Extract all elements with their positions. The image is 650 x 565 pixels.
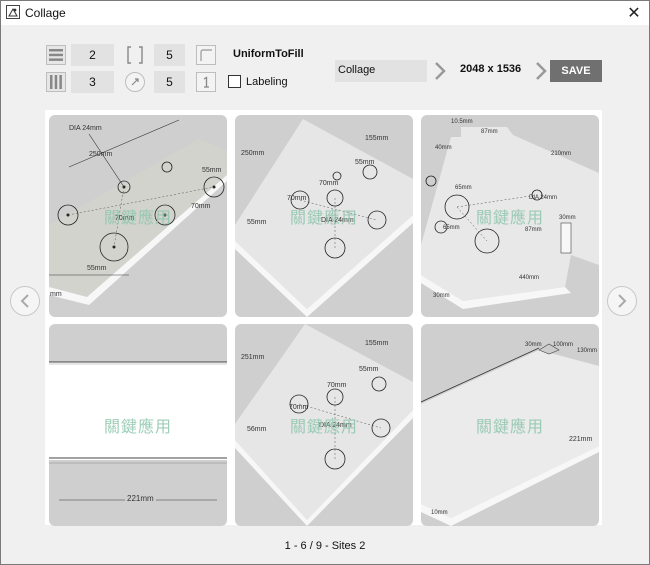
output-size-label: 2048 x 1536 [460, 63, 522, 75]
dimension-label: 210mm [551, 151, 572, 157]
collage-image[interactable]: 250mm 155mm 55mm 70mm 70mm DIA 24mm 55mm… [235, 115, 413, 317]
labeling-label: Labeling [246, 75, 288, 88]
arrow-right-icon [433, 60, 447, 82]
dimension-label: mm [50, 291, 62, 298]
dimension-label: 221mm [125, 494, 156, 503]
dimension-label: 55mm [355, 159, 375, 166]
collage-preview: DIA 24mm 250mm 55mm 70mm 70mm 55mm mm 關鍵… [45, 110, 602, 526]
dimension-label: 55mm [359, 366, 379, 373]
watermark-text: 關鍵應用 [475, 210, 544, 227]
dimension-label: 250mm [241, 150, 265, 157]
layout-mode-select[interactable]: Collage [335, 60, 427, 82]
dimension-label: 155mm [365, 340, 389, 347]
dimension-label: 87mm [481, 129, 498, 135]
close-icon: ✕ [627, 5, 641, 22]
spacing-input[interactable]: 5 [154, 44, 185, 66]
one-to-one-icon[interactable] [196, 72, 216, 92]
dimension-label: 40mm [435, 145, 452, 151]
dimension-label: 30mm [433, 293, 450, 299]
labeling-option[interactable]: Labeling [228, 75, 288, 88]
fit-mode-label[interactable]: UniformToFill [233, 48, 304, 60]
dimension-label: 250mm [89, 151, 113, 158]
spacing-icon [125, 45, 145, 65]
title-bar: Collage ✕ [1, 1, 649, 25]
collage-image[interactable]: 251mm 155mm 55mm 70mm 70mm DIA 24mm 56mm… [235, 324, 413, 526]
radius-input[interactable]: 5 [154, 71, 185, 93]
dimension-label: 70mm [287, 195, 307, 202]
collage-image[interactable]: DIA 24mm 250mm 55mm 70mm 70mm 55mm mm 關鍵… [49, 115, 227, 317]
dimension-label: 70mm [289, 404, 309, 411]
chevron-left-icon [20, 294, 29, 308]
dimension-label: DIA 24mm [69, 125, 102, 132]
columns-icon [46, 72, 66, 92]
radius-icon [125, 72, 145, 92]
window-title: Collage [25, 6, 66, 20]
columns-input[interactable]: 3 [71, 71, 114, 93]
previous-page-button[interactable] [10, 286, 40, 316]
dimension-label: 55mm [202, 167, 222, 174]
dimension-label: 221mm [569, 436, 593, 443]
corner-icon [196, 45, 216, 65]
dimension-label: 10mm [431, 510, 448, 516]
dimension-label: 440mm [519, 275, 540, 281]
dimension-label: DIA 24mm [529, 195, 558, 201]
next-page-button[interactable] [607, 286, 637, 316]
dimension-label: 65mm [455, 185, 472, 191]
watermark-text: 關鍵應用 [289, 419, 358, 436]
arrow-right-icon [534, 60, 548, 82]
client-area: 2 5 UniformToFill 3 5 Labeling Collage 2… [1, 25, 649, 564]
pager-status: 1 - 6 / 9 - Sites 2 [284, 540, 366, 552]
close-button[interactable]: ✕ [619, 1, 649, 25]
dimension-label: 70mm [319, 180, 339, 187]
dimension-label: 30mm [525, 342, 542, 348]
collage-image[interactable]: 10.5mm 87mm 40mm 210mm 65mm DIA 24mm 65m… [421, 115, 599, 317]
rows-icon [46, 45, 66, 65]
watermark-text: 關鍵應用 [475, 419, 544, 436]
watermark-text: 關鍵應用 [103, 419, 172, 436]
app-icon [6, 5, 20, 19]
rows-input[interactable]: 2 [71, 44, 114, 66]
save-button[interactable]: SAVE [550, 60, 602, 82]
watermark-text: 關鍵應用 [103, 210, 172, 227]
dimension-label: 155mm [365, 135, 389, 142]
dimension-label: 55mm [87, 265, 107, 272]
collage-image[interactable]: 221mm 關鍵應用 [49, 324, 227, 526]
dimension-label: 130mm [577, 348, 598, 354]
collage-image[interactable]: 30mm 100mm 130mm 221mm 10mm 關鍵應用 [421, 324, 599, 526]
dimension-label: 251mm [241, 354, 265, 361]
labeling-checkbox[interactable] [228, 75, 241, 88]
dimension-label: 70mm [327, 382, 347, 389]
dimension-label: 10.5mm [451, 119, 473, 125]
chevron-right-icon [618, 294, 627, 308]
dimension-label: 100mm [553, 342, 574, 348]
watermark-text: 關鍵應用 [289, 210, 358, 227]
collage-window: Collage ✕ 2 5 UniformToFill 3 5 Labeling… [0, 0, 650, 565]
